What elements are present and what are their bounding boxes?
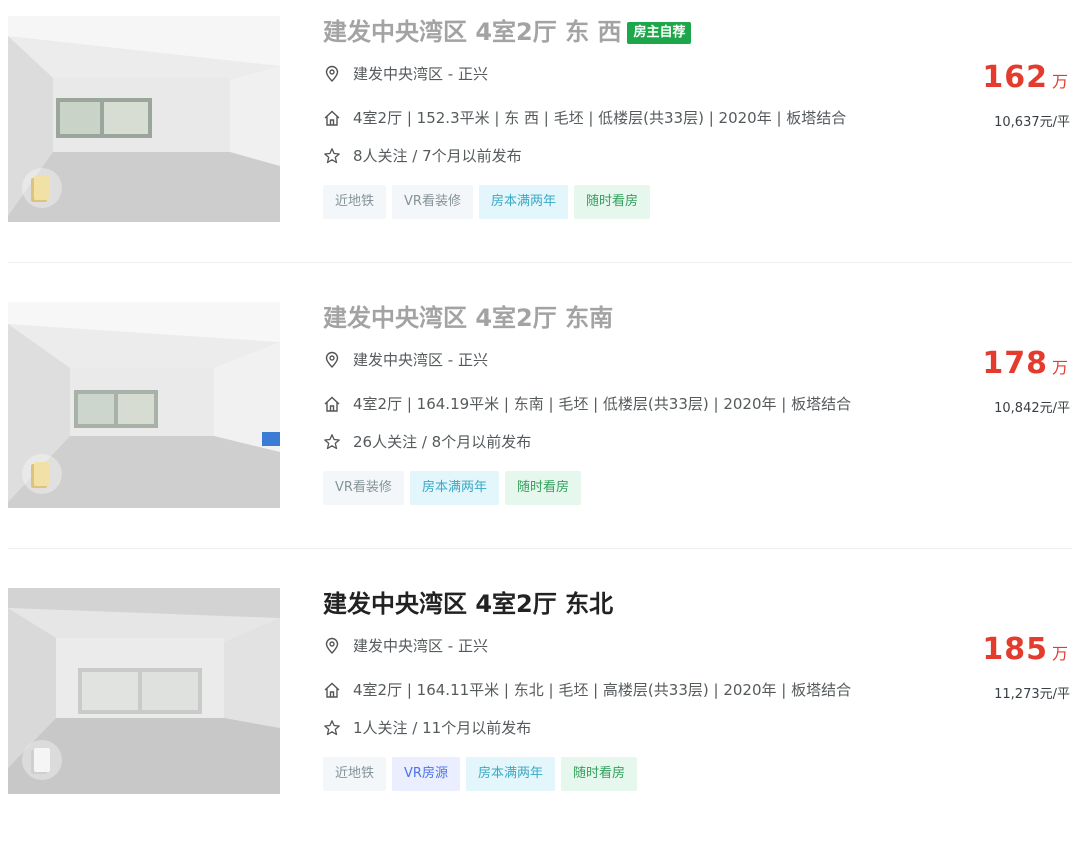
follow-text: 26人关注 / 8个月以前发布 [353, 433, 532, 451]
listing-item[interactable]: 建发中央湾区 4室2厅 东 西房主自荐 建发中央湾区 - 正兴 4室2厅 | 1… [0, 0, 1080, 286]
vr-door-icon[interactable] [22, 168, 62, 208]
price-unit: 万 [1051, 72, 1068, 91]
address-text: 建发中央湾区 - 正兴 [353, 351, 488, 369]
unit-price: 10,637元/平 [994, 115, 1070, 130]
tag: VR看装修 [323, 471, 404, 505]
listing-info: 4室2厅 | 164.19平米 | 东南 | 毛坯 | 低楼层(共33层) | … [323, 393, 851, 415]
tag: 近地铁 [323, 757, 387, 791]
listing-title[interactable]: 建发中央湾区 4室2厅 东南 [323, 302, 613, 334]
star-icon [324, 720, 340, 736]
tag: 随时看房 [504, 471, 581, 505]
listing-info: 4室2厅 | 152.3平米 | 东 西 | 毛坯 | 低楼层(共33层) | … [323, 107, 846, 129]
star-icon [324, 148, 340, 164]
listing-title[interactable]: 建发中央湾区 4室2厅 东北 [323, 588, 613, 620]
listing-follow: 26人关注 / 8个月以前发布 [323, 431, 531, 453]
price-unit: 万 [1051, 358, 1068, 377]
tag: VR房源 [392, 757, 460, 791]
listing-address[interactable]: 建发中央湾区 - 正兴 [323, 63, 488, 85]
info-text: 4室2厅 | 152.3平米 | 东 西 | 毛坯 | 低楼层(共33层) | … [353, 109, 847, 127]
house-icon [324, 396, 340, 412]
tag-list: 近地铁 VR房源 房本满两年 随时看房 [323, 757, 637, 791]
listing-info: 4室2厅 | 164.11平米 | 东北 | 毛坯 | 高楼层(共33层) | … [323, 679, 851, 701]
tag: 随时看房 [560, 757, 637, 791]
follow-text: 8人关注 / 7个月以前发布 [353, 147, 522, 165]
tag-list: VR看装修 房本满两年 随时看房 [323, 471, 581, 505]
follow-text: 1人关注 / 11个月以前发布 [353, 719, 532, 737]
price-value: 185 [982, 632, 1048, 667]
info-text: 4室2厅 | 164.19平米 | 东南 | 毛坯 | 低楼层(共33层) | … [353, 395, 852, 413]
tag: 房本满两年 [409, 471, 499, 505]
listing-item[interactable]: 建发中央湾区 4室2厅 东南 建发中央湾区 - 正兴 4室2厅 | 164.19… [0, 286, 1080, 572]
house-icon [324, 110, 340, 126]
tag: VR看装修 [392, 185, 473, 219]
listing-item[interactable]: 建发中央湾区 4室2厅 东北 建发中央湾区 - 正兴 4室2厅 | 164.11… [0, 572, 1080, 858]
house-icon [324, 682, 340, 698]
unit-price: 11,273元/平 [994, 687, 1070, 702]
tag-list: 近地铁 VR看装修 房本满两年 随时看房 [323, 185, 650, 219]
listing-follow: 8人关注 / 7个月以前发布 [323, 145, 522, 167]
listing-photo[interactable] [8, 16, 280, 222]
address-text: 建发中央湾区 - 正兴 [353, 65, 488, 83]
tag: 房本满两年 [478, 185, 568, 219]
tag: 房本满两年 [465, 757, 555, 791]
address-text: 建发中央湾区 - 正兴 [353, 637, 488, 655]
location-pin-icon [325, 351, 339, 368]
listing-photo[interactable] [8, 588, 280, 794]
unit-price: 10,842元/平 [994, 401, 1070, 416]
divider [8, 262, 1072, 263]
listing-address[interactable]: 建发中央湾区 - 正兴 [323, 635, 488, 657]
total-price: 185 万 [982, 632, 1068, 667]
owner-recommend-badge: 房主自荐 [627, 22, 692, 44]
info-text: 4室2厅 | 164.11平米 | 东北 | 毛坯 | 高楼层(共33层) | … [353, 681, 852, 699]
location-pin-icon [325, 65, 339, 82]
listing-follow: 1人关注 / 11个月以前发布 [323, 717, 531, 739]
tag: 近地铁 [323, 185, 387, 219]
price-value: 162 [982, 60, 1048, 95]
star-icon [324, 434, 340, 450]
price-unit: 万 [1051, 644, 1068, 663]
listing-photo[interactable] [8, 302, 280, 508]
listing-title[interactable]: 建发中央湾区 4室2厅 东 西房主自荐 [323, 16, 692, 48]
vr-door-icon[interactable] [22, 740, 62, 780]
location-pin-icon [325, 637, 339, 654]
listing-address[interactable]: 建发中央湾区 - 正兴 [323, 349, 488, 371]
tag: 随时看房 [573, 185, 650, 219]
divider [8, 548, 1072, 549]
vr-door-icon[interactable] [22, 454, 62, 494]
total-price: 162 万 [982, 60, 1068, 95]
price-value: 178 [982, 346, 1048, 381]
total-price: 178 万 [982, 346, 1068, 381]
